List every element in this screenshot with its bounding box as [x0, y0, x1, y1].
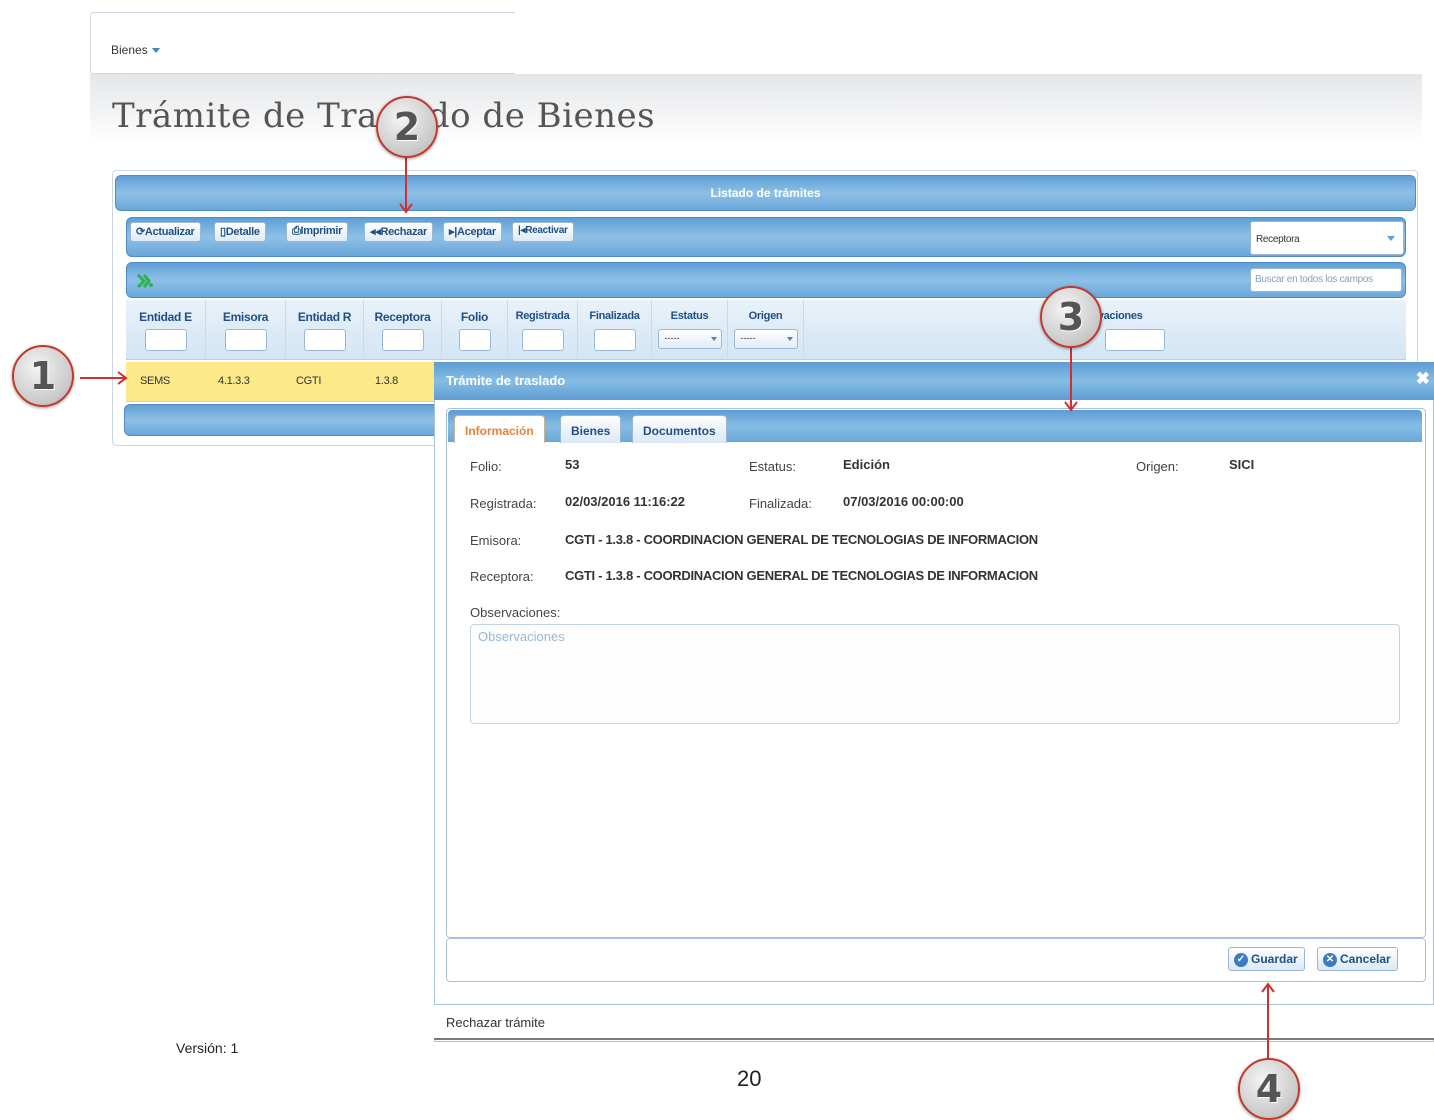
callout-1: 1 — [12, 345, 74, 407]
callout-arrows — [80, 156, 1275, 1058]
version-label: Versión: 1 — [176, 1040, 239, 1056]
callout-2: 2 — [376, 96, 438, 158]
callout-3: 3 — [1040, 286, 1102, 348]
page-number: 20 — [737, 1066, 762, 1091]
callout-4: 4 — [1238, 1058, 1300, 1120]
